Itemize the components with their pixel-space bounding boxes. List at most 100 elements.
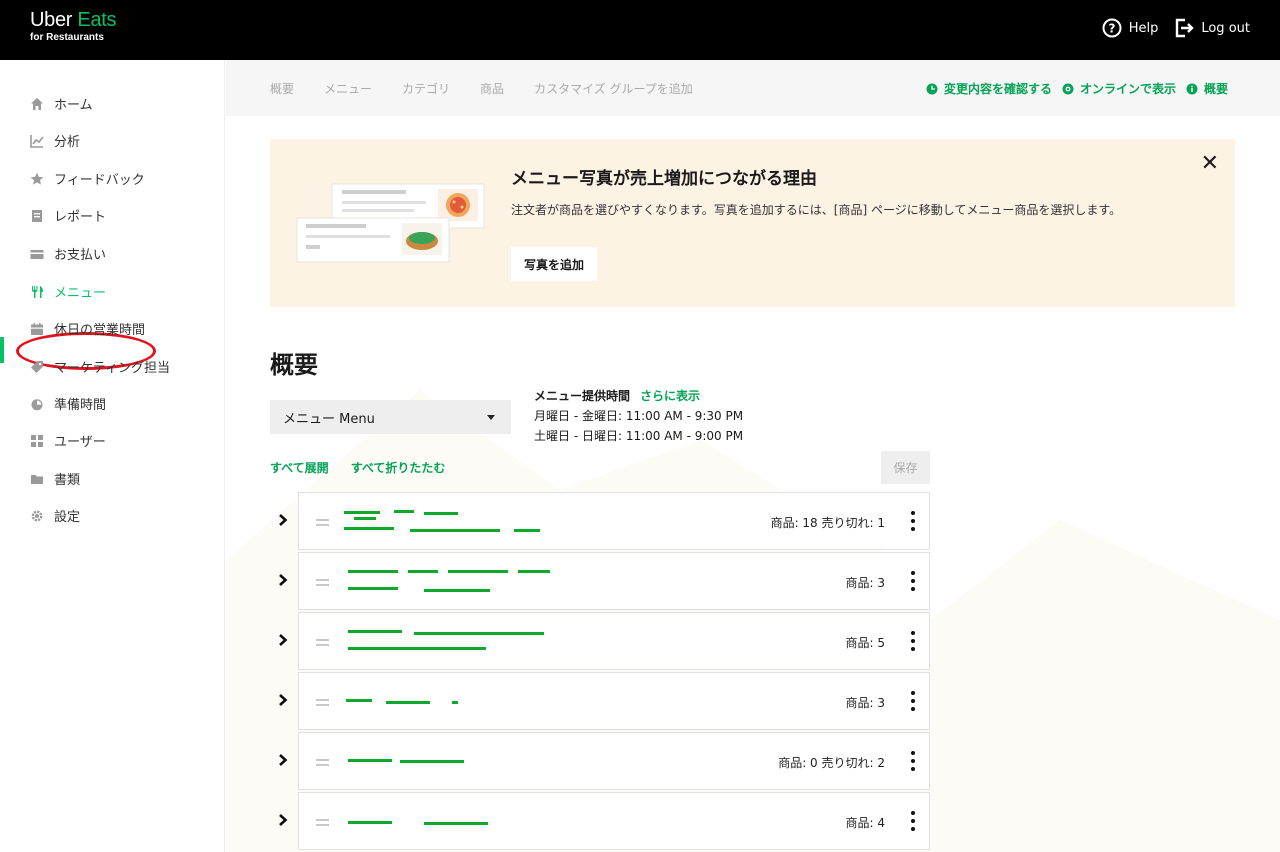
show-more-link[interactable]: さらに表示 [640, 389, 700, 403]
sidebar-item-label: 休日の営業時間 [54, 323, 146, 338]
star-icon [30, 172, 44, 186]
document-icon [30, 209, 44, 223]
tab-items[interactable]: 商品 [480, 80, 504, 97]
sidebar-item-feedback[interactable]: フィードバック [30, 169, 145, 188]
sidebar-item-label: ホーム [54, 98, 93, 113]
chevron-right-icon[interactable] [278, 753, 288, 767]
fork-knife-icon [30, 285, 44, 299]
menu-hours: メニュー提供時間 さらに表示 月曜日 - 金曜日: 11:00 AM - 9:30… [534, 386, 743, 446]
sidebar-item-label: ユーザー [54, 435, 106, 450]
chevron-right-icon[interactable] [278, 513, 288, 527]
more-options-icon[interactable] [911, 571, 915, 595]
category-row[interactable]: 商品: 0 売り切れ: 2 [279, 732, 930, 790]
sidebar-item-users[interactable]: ユーザー [30, 431, 106, 450]
close-icon[interactable]: ✕ [1201, 153, 1219, 175]
svg-text:?: ? [1108, 22, 1115, 36]
chart-icon [30, 134, 44, 148]
category-item-count: 商品: 3 [845, 696, 886, 710]
help-link[interactable]: ? Help [1102, 18, 1159, 38]
folder-icon [30, 472, 44, 486]
menu-select[interactable]: メニュー Menu [270, 400, 511, 434]
category-item-count: 商品: 4 [845, 816, 886, 830]
sidebar-item-marketing[interactable]: マーケティング担当 [30, 357, 170, 376]
drag-handle-icon[interactable] [316, 699, 329, 709]
banner-description: 注文者が商品を選びやすくなります。写真を追加するには、[商品] ページに移動して… [511, 203, 1122, 217]
view-online-label: オンラインで表示 [1079, 82, 1176, 96]
category-row[interactable]: 商品: 3 [279, 672, 930, 730]
logout-icon [1176, 18, 1195, 38]
active-indicator [0, 337, 4, 363]
category-row[interactable]: 商品: 3 [279, 552, 930, 610]
sidebar-item-label: レポート [54, 210, 107, 225]
category-row[interactable]: 商品: 18 売り切れ: 1 [279, 492, 930, 550]
chevron-right-icon[interactable] [278, 573, 288, 587]
drag-handle-icon[interactable] [316, 759, 329, 769]
chevron-right-icon[interactable] [278, 813, 288, 827]
tab-menu[interactable]: メニュー [324, 80, 372, 97]
sidebar-item-label: 分析 [54, 135, 81, 150]
sidebar-item-prep-time[interactable]: 準備時間 [30, 394, 106, 413]
collapse-all-link[interactable]: すべて折りたたむ [351, 459, 446, 476]
more-options-icon[interactable] [911, 631, 915, 655]
category-name-redacted [344, 507, 644, 539]
sidebar-item-label: メニュー [54, 286, 107, 301]
hours-weekday: 月曜日 - 金曜日: 11:00 AM - 9:30 PM [534, 409, 744, 423]
menu-select-value: メニュー Menu [283, 411, 375, 427]
sidebar-item-label: 準備時間 [54, 398, 107, 413]
banner-title: メニュー写真が売上増加につながる理由 [511, 169, 817, 189]
logo-eats: Eats [77, 9, 117, 31]
help-label: Help [1128, 20, 1159, 36]
overview-info-link[interactable]: 概要 [1186, 80, 1228, 97]
drag-handle-icon[interactable] [316, 819, 329, 829]
more-options-icon[interactable] [911, 751, 915, 775]
more-options-icon[interactable] [911, 811, 915, 835]
sidebar-item-menu[interactable]: メニュー [30, 282, 106, 301]
drag-handle-icon[interactable] [316, 639, 329, 649]
drag-handle-icon[interactable] [316, 579, 329, 589]
logout-label: Log out [1201, 20, 1250, 36]
tab-add-customization-group[interactable]: カスタマイズ グループを追加 [534, 80, 693, 97]
category-name-redacted [344, 807, 644, 839]
add-photo-button[interactable]: 写真を追加 [511, 247, 597, 281]
logout-link[interactable]: Log out [1174, 18, 1250, 38]
category-item-count: 商品: 18 売り切れ: 1 [770, 516, 885, 530]
category-name-redacted [344, 567, 644, 599]
tag-icon [30, 360, 44, 374]
sidebar-item-settings[interactable]: 設定 [30, 506, 80, 525]
review-changes-label: 変更内容を確認する [943, 82, 1052, 96]
category-row[interactable]: 商品: 4 [279, 792, 930, 850]
sidebar-item-holiday-hours[interactable]: 休日の営業時間 [30, 319, 145, 338]
sidebar-item-home[interactable]: ホーム [30, 94, 93, 113]
sidebar-item-reports[interactable]: レポート [30, 206, 106, 225]
sidebar: ホーム 分析 フィードバック レポート お支払い メニュー 休日の営業時間 マー… [0, 60, 225, 852]
sidebar-item-documents[interactable]: 書類 [30, 469, 80, 488]
more-options-icon[interactable] [911, 691, 915, 715]
category-item-count: 商品: 3 [845, 576, 886, 590]
page-title: 概要 [270, 351, 318, 379]
more-options-icon[interactable] [911, 511, 915, 535]
overview-info-label: 概要 [1203, 82, 1228, 96]
eye-icon [1062, 83, 1074, 94]
category-row[interactable]: 商品: 5 [279, 612, 930, 670]
clock-icon [926, 83, 938, 94]
drag-handle-icon[interactable] [316, 519, 329, 529]
uber-eats-logo[interactable]: Uber Eats for Restaurants [30, 9, 117, 43]
sidebar-item-payments[interactable]: お支払い [30, 244, 106, 263]
chevron-right-icon[interactable] [278, 633, 288, 647]
top-bar: Uber Eats for Restaurants ? Help Log out [0, 0, 1280, 60]
logo-uber: Uber [30, 9, 78, 31]
tab-overview[interactable]: 概要 [270, 80, 294, 97]
sidebar-item-analytics[interactable]: 分析 [30, 131, 80, 150]
save-button[interactable]: 保存 [881, 451, 930, 484]
category-name-redacted [344, 627, 644, 659]
tab-categories[interactable]: カテゴリ [402, 80, 450, 97]
hours-weekend: 土曜日 - 日曜日: 11:00 AM - 9:00 PM [534, 429, 744, 443]
view-online-link[interactable]: オンラインで表示 [1062, 80, 1176, 97]
chevron-down-icon [487, 415, 495, 420]
review-changes-link[interactable]: 変更内容を確認する [926, 80, 1052, 97]
home-icon [30, 97, 44, 111]
expand-all-link[interactable]: すべて展開 [270, 459, 329, 476]
chevron-right-icon[interactable] [278, 693, 288, 707]
menu-cards-illustration [296, 183, 485, 263]
timer-icon [30, 397, 44, 411]
